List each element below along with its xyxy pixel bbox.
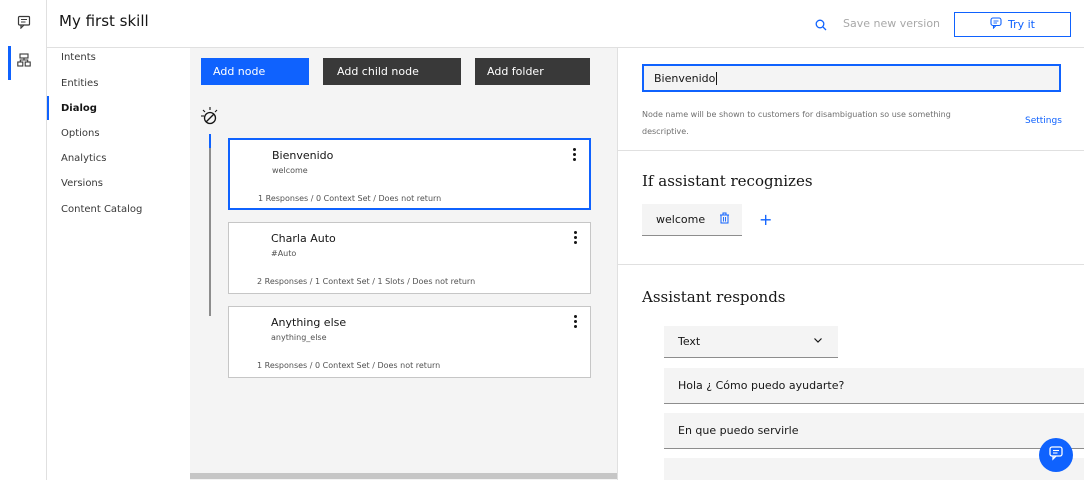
nav-item-content-catalog[interactable]: Content Catalog [61,204,142,215]
recognizes-title: If assistant recognizes [642,172,813,190]
assistant-root-icon [199,106,219,130]
node-name: Charla Auto [271,232,336,245]
response-text-input[interactable]: En que puedo servirle [664,413,1084,449]
nav-item-dialog[interactable]: Dialog [61,103,97,114]
overflow-menu-icon[interactable] [574,315,578,330]
rail-item-skills[interactable] [0,42,47,80]
section-divider [618,264,1084,265]
save-new-version-button[interactable]: Save new version [843,17,940,30]
add-condition-icon[interactable]: + [759,210,772,229]
dialog-node-charla-auto[interactable]: Charla Auto #Auto 2 Responses / 1 Contex… [228,222,591,294]
flow-tree-icon [16,52,31,71]
trash-icon[interactable] [719,212,730,227]
settings-link[interactable]: Settings [1025,116,1062,126]
node-meta: 2 Responses / 1 Context Set / 1 Slots / … [257,277,476,286]
chat-icon [1048,445,1064,465]
top-header: My first skill Save new version Try it [47,0,1084,48]
nav-item-entities[interactable]: Entities [61,78,98,89]
left-rail [0,0,47,480]
chat-icon [17,14,31,33]
response-type-value: Text [678,335,701,348]
node-name-value: Bienvenido [654,71,716,85]
try-it-label: Try it [1007,18,1035,31]
node-meta: 1 Responses / 0 Context Set / Does not r… [257,361,441,370]
node-meta: 1 Responses / 0 Context Set / Does not r… [258,194,442,203]
skill-title: My first skill [59,12,149,30]
node-name-help-text: Node name will be shown to customers for… [642,110,951,136]
dialog-node-bienvenido[interactable]: Bienvenido welcome 1 Responses / 0 Conte… [228,138,591,210]
nav-item-options[interactable]: Options [61,128,100,139]
node-condition: anything_else [271,333,327,342]
add-node-button[interactable]: Add node [201,58,309,85]
try-it-button[interactable]: Try it [954,12,1071,37]
chevron-down-icon [812,334,824,349]
text-caret [716,71,718,85]
add-folder-button[interactable]: Add folder [475,58,590,85]
responds-title: Assistant responds [642,288,786,306]
node-condition: welcome [272,166,308,175]
dialog-node-anything-else[interactable]: Anything else anything_else 1 Responses … [228,306,591,378]
node-condition: #Auto [271,249,297,258]
dialog-canvas: Add node Add child node Add folder Bienv… [190,48,617,480]
response-type-dropdown[interactable]: Text [664,326,838,358]
node-name: Bienvenido [272,149,334,162]
nav-item-analytics[interactable]: Analytics [61,153,106,164]
condition-chip-label: welcome [656,213,706,226]
condition-chip[interactable]: welcome [642,204,742,236]
node-name-input[interactable]: Bienvenido [642,64,1061,92]
rail-item-chat[interactable] [0,4,47,42]
floating-chat-button[interactable] [1039,438,1073,472]
skill-side-nav: Intents Entities Dialog Options Analytic… [47,48,190,480]
horizontal-scrollbar[interactable] [190,472,617,480]
nav-item-intents[interactable]: Intents [61,52,96,63]
add-child-node-button[interactable]: Add child node [323,58,461,85]
response-text-input[interactable]: Hola ¿ Cómo puedo ayudarte? [664,368,1084,404]
search-icon[interactable] [815,16,827,35]
section-divider [618,150,1084,151]
node-name: Anything else [271,316,347,329]
nav-item-versions[interactable]: Versions [61,178,103,189]
response-text-input[interactable] [664,458,1084,480]
overflow-menu-icon[interactable] [574,231,578,246]
scrollbar-thumb[interactable] [190,473,617,479]
overflow-menu-icon[interactable] [573,148,577,163]
tree-connector-line [209,134,211,316]
tree-connector-active [209,134,211,148]
nav-active-indicator [47,96,49,120]
chat-icon [990,17,1002,32]
node-editor-panel: Bienvenido Node name will be shown to cu… [617,48,1084,480]
